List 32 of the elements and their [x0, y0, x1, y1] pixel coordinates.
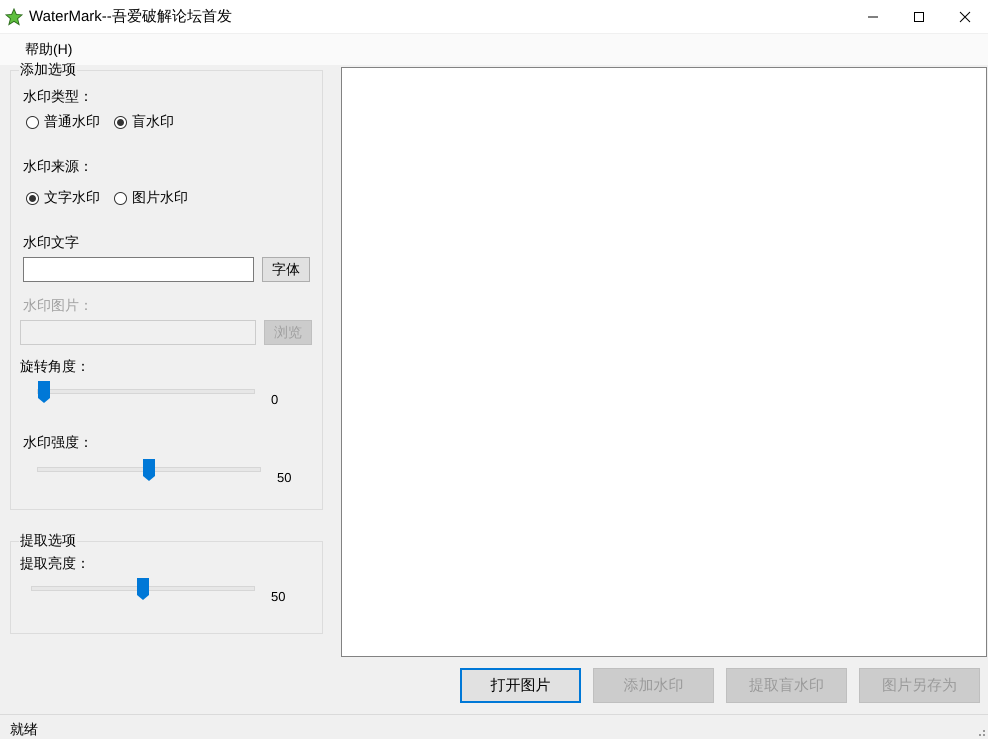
status-text: 就绪	[10, 720, 38, 738]
slider[interactable]	[31, 577, 255, 601]
action-button[interactable]: 打开图片	[460, 668, 581, 703]
radio-button[interactable]: 盲水印	[114, 113, 174, 131]
slider-value: 0	[271, 392, 278, 406]
slider-thumb[interactable]	[136, 577, 150, 601]
field-label: 水印图片：	[23, 296, 94, 315]
radio-button[interactable]: 文字水印	[26, 189, 100, 207]
menu-item[interactable]: 帮助(H)	[18, 38, 80, 60]
slider-thumb[interactable]	[37, 380, 51, 404]
close-icon[interactable]	[959, 10, 971, 22]
font-button[interactable]: 字体	[262, 257, 310, 282]
radio-button[interactable]: 普通水印	[26, 113, 100, 131]
field-label: 提取亮度：	[20, 554, 91, 573]
resize-grip-icon[interactable]	[976, 727, 986, 737]
slider[interactable]	[37, 380, 255, 404]
text-field[interactable]	[23, 257, 254, 282]
group-title: 添加选项	[19, 61, 77, 79]
slider[interactable]	[37, 458, 261, 482]
radio-button[interactable]: 图片水印	[114, 189, 188, 207]
field-label: 水印来源：	[23, 157, 94, 176]
slider-value: 50	[271, 588, 286, 604]
field-label: 水印类型：	[23, 87, 94, 106]
star-icon	[5, 8, 23, 26]
field-label: 水印文字	[23, 233, 80, 252]
slider-value: 50	[277, 470, 292, 484]
maximize-icon[interactable]	[913, 10, 925, 22]
field-label: 旋转角度：	[20, 357, 91, 376]
field-label: 水印强度：	[23, 433, 94, 452]
group-title: 提取选项	[19, 532, 77, 550]
slider-thumb[interactable]	[142, 458, 156, 482]
window-title: WaterMark--吾爱破解论坛首发	[29, 7, 232, 26]
